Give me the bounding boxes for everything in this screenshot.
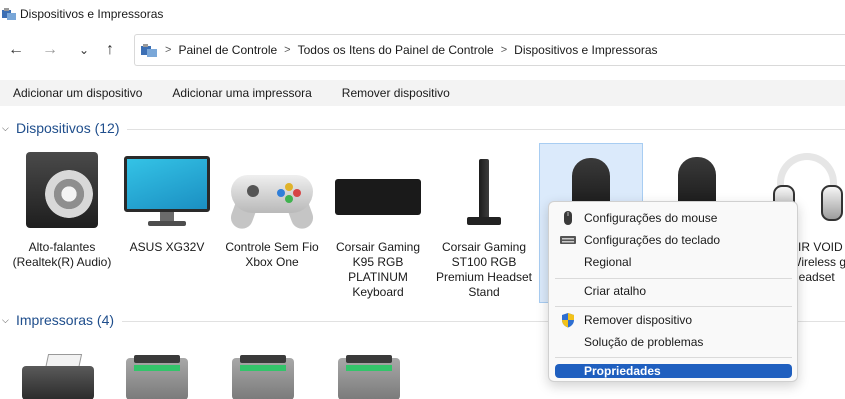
navigation-bar: ← → ⌄ ↑ > Painel de Controle > Todos os … xyxy=(0,34,845,66)
command-bar: Adicionar um dispositivo Adicionar uma i… xyxy=(0,80,845,106)
menu-item-regional[interactable]: Regional xyxy=(555,251,792,273)
menu-separator xyxy=(555,306,792,307)
menu-item-create-shortcut[interactable]: Criar atalho xyxy=(555,280,792,302)
add-device-button[interactable]: Adicionar um dispositivo xyxy=(0,80,155,106)
keyboard-icon xyxy=(335,149,421,229)
device-tile-headset-stand[interactable]: Corsair Gaming ST100 RGB Premium Headset… xyxy=(432,143,536,303)
menu-item-label: Configurações do teclado xyxy=(584,233,721,247)
menu-item-mouse-settings[interactable]: Configurações do mouse xyxy=(555,207,792,229)
section-divider xyxy=(127,128,845,130)
shield-icon xyxy=(560,312,582,328)
breadcrumb-separator-icon: > xyxy=(165,44,172,56)
device-label: AIR VOID Wireless g Headset xyxy=(790,240,845,284)
forward-arrow-icon[interactable]: → xyxy=(40,40,60,60)
breadcrumb-separator-icon[interactable]: > xyxy=(284,44,290,56)
breadcrumb-all-items[interactable]: Todos os Itens do Painel de Controle xyxy=(298,43,494,57)
collapse-chevron-icon[interactable]: ⌵ xyxy=(2,123,14,134)
address-bar[interactable]: > Painel de Controle > Todos os Itens do… xyxy=(134,34,845,66)
context-menu: Configurações do mouse Configurações do … xyxy=(548,201,798,382)
menu-item-keyboard-settings[interactable]: Configurações do teclado xyxy=(555,229,792,251)
device-label: Corsair Gaming K95 RGB PLATINUM Keyboard xyxy=(335,240,421,299)
keyboard-icon xyxy=(560,232,582,248)
printers-section-title: Impressoras (4) xyxy=(16,312,115,328)
control-panel-icon xyxy=(141,42,157,58)
device-label: Corsair Gaming ST100 RGB Premium Headset… xyxy=(435,240,533,299)
add-printer-button[interactable]: Adicionar uma impressora xyxy=(155,80,324,106)
headset-stand-icon xyxy=(441,149,527,229)
breadcrumb-devices-printers[interactable]: Dispositivos e Impressoras xyxy=(514,43,657,57)
menu-item-label: Propriedades xyxy=(584,364,661,378)
menu-item-troubleshoot[interactable]: Solução de problemas xyxy=(555,331,792,353)
gamepad-icon xyxy=(227,149,317,232)
printer-tile[interactable] xyxy=(316,350,420,399)
breadcrumb-separator-icon[interactable]: > xyxy=(501,44,507,56)
devices-section-title: Dispositivos (12) xyxy=(16,120,120,136)
device-tile-controller[interactable]: Controle Sem Fio Xbox One xyxy=(220,143,324,303)
devices-printers-icon xyxy=(2,7,16,21)
menu-item-label: Regional xyxy=(584,255,632,269)
monitor-icon xyxy=(124,149,210,229)
menu-item-label: Criar atalho xyxy=(584,284,647,298)
up-arrow-icon[interactable]: ↑ xyxy=(100,40,120,60)
collapse-chevron-icon[interactable]: ⌵ xyxy=(2,315,14,326)
menu-separator xyxy=(555,357,792,358)
menu-item-label: Solução de problemas xyxy=(584,335,704,349)
menu-separator xyxy=(555,278,792,279)
device-tile-speakers[interactable]: Alto-falantes (Realtek(R) Audio) xyxy=(10,143,114,303)
devices-section-header[interactable]: ⌵ Dispositivos (12) xyxy=(0,118,845,138)
breadcrumb-control-panel[interactable]: Painel de Controle xyxy=(178,43,277,57)
device-tile-keyboard[interactable]: Corsair Gaming K95 RGB PLATINUM Keyboard xyxy=(326,143,430,303)
menu-item-remove-device[interactable]: Remover dispositivo xyxy=(555,309,792,331)
menu-item-properties[interactable]: Propriedades xyxy=(555,364,792,378)
device-label: ASUS XG32V xyxy=(129,240,205,254)
speaker-icon xyxy=(19,149,105,229)
menu-item-label: Remover dispositivo xyxy=(584,313,693,327)
recent-locations-chevron-icon[interactable]: ⌄ xyxy=(74,40,94,60)
mouse-icon xyxy=(560,210,582,226)
printer-tile[interactable] xyxy=(210,350,314,399)
printer-tile[interactable] xyxy=(104,350,208,399)
printer-tile-fax[interactable] xyxy=(4,350,108,399)
back-arrow-icon[interactable]: ← xyxy=(6,40,26,60)
device-label: Alto-falantes (Realtek(R) Audio) xyxy=(12,240,112,269)
menu-item-label: Configurações do mouse xyxy=(584,211,718,225)
device-tile-monitor[interactable]: ASUS XG32V xyxy=(115,143,219,303)
window-title: Dispositivos e Impressoras xyxy=(20,7,164,21)
device-label: Controle Sem Fio Xbox One xyxy=(225,240,319,269)
title-bar: Dispositivos e Impressoras xyxy=(0,0,845,28)
remove-device-button[interactable]: Remover dispositivo xyxy=(325,80,463,106)
